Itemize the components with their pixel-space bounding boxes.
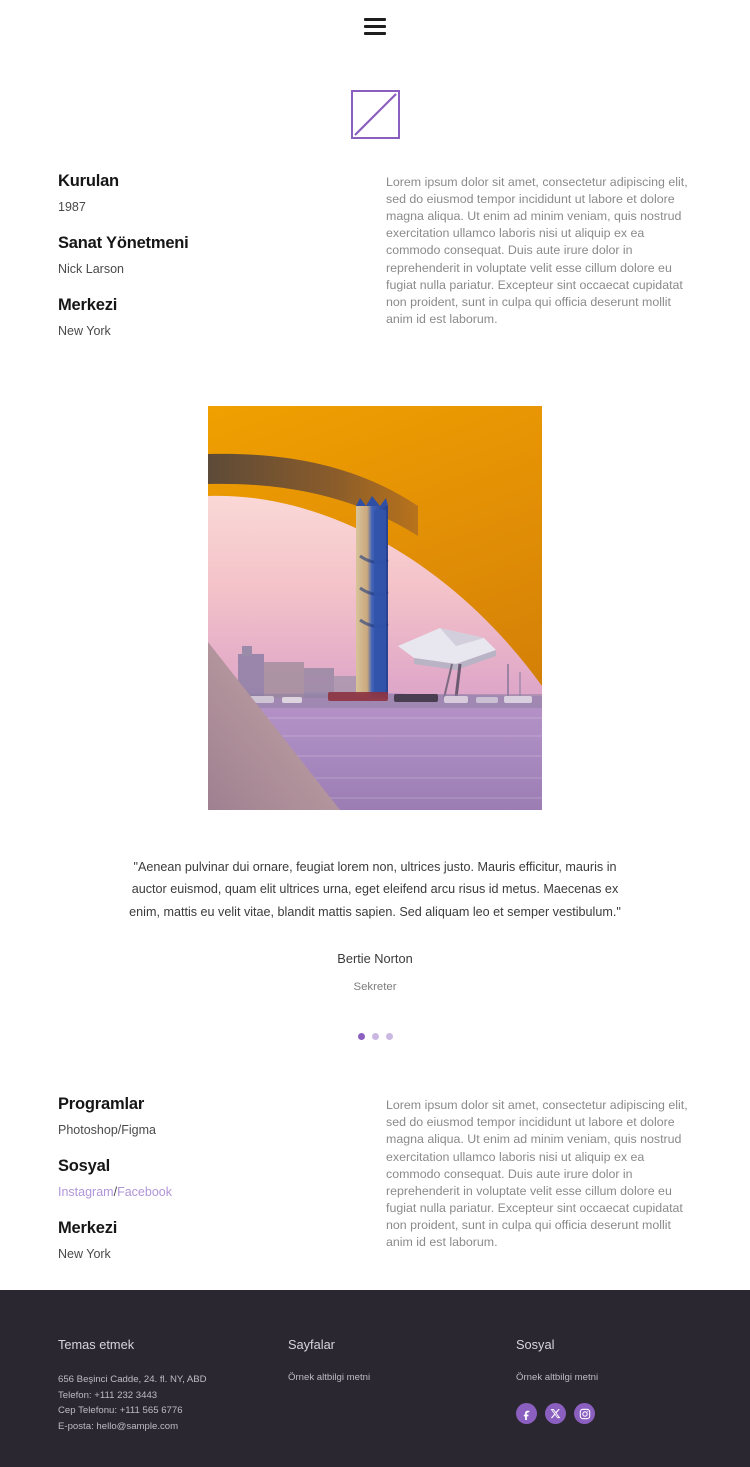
carousel-dots	[125, 1033, 625, 1041]
footer-contact-heading: Temas etmek	[58, 1337, 135, 1352]
testimonial-author: Bertie Norton	[337, 951, 413, 967]
hamburger-menu-icon[interactable]	[364, 17, 386, 35]
testimonial-quote: "Aenean pulvinar dui ornare, feugiat lor…	[129, 860, 621, 919]
carousel-dot-3[interactable]	[385, 1033, 393, 1041]
footer-contact-column: Temas etmek 656 Beşinci Cadde, 24. fl. N…	[58, 1337, 288, 1467]
facebook-glyph	[523, 1410, 529, 1420]
hamburger-bar-2	[364, 24, 386, 28]
field-title-founded: Kurulan	[58, 172, 119, 190]
footer-phone: Telefon: +111 232 3443	[58, 1389, 158, 1401]
footer-email[interactable]: E-posta: hello@sample.com	[58, 1419, 288, 1435]
hero-photo	[208, 406, 542, 810]
site-footer: Temas etmek 656 Beşinci Cadde, 24. fl. N…	[0, 1290, 750, 1467]
field-value-headquarters-2: New York	[58, 1247, 111, 1262]
intro-section: Kurulan 1987 Sanat Yönetmeni Nick Larson…	[0, 169, 750, 338]
details-fields: Programlar Photoshop/Figma Sosyal Instag…	[58, 1092, 358, 1261]
field-value-art-director: Nick Larson	[58, 262, 124, 276]
logo-diagonal-icon	[353, 93, 397, 136]
social-links: Instagram/Facebook	[58, 1185, 358, 1199]
field-title-headquarters-2: Merkezi	[58, 1219, 118, 1238]
field-title-art-director: Sanat Yönetmeni	[58, 234, 189, 252]
footer-pages-text[interactable]: Örnek altbilgi metni	[288, 1372, 516, 1383]
instagram-link[interactable]: Instagram	[58, 1185, 114, 1199]
footer-mobile: Cep Telefonu: +111 565 6776	[58, 1405, 183, 1417]
field-title-headquarters: Merkezi	[58, 296, 118, 314]
field-value-programs: Photoshop/Figma	[58, 1123, 156, 1138]
facebook-link[interactable]: Facebook	[117, 1185, 172, 1199]
photo-section	[0, 406, 750, 810]
site-header	[0, 0, 750, 52]
hero-photo-artwork	[208, 406, 542, 810]
footer-address: 656 Beşinci Cadde, 24. fl. NY, ABD	[58, 1374, 207, 1385]
details-paragraph: Lorem ipsum dolor sit amet, consectetur …	[386, 1098, 688, 1250]
footer-pages-heading: Sayfalar	[288, 1337, 335, 1352]
intro-paragraph: Lorem ipsum dolor sit amet, consectetur …	[386, 175, 688, 326]
facebook-icon[interactable]	[516, 1403, 537, 1424]
x-twitter-glyph	[550, 1409, 561, 1419]
testimonial-role: Sekreter	[353, 981, 397, 994]
hamburger-bar-3	[364, 31, 386, 35]
field-value-headquarters: New York	[58, 324, 111, 338]
logo-container	[0, 52, 750, 169]
footer-social-heading: Sosyal	[516, 1337, 555, 1352]
instagram-glyph	[579, 1408, 590, 1419]
brand-logo[interactable]	[350, 90, 400, 139]
carousel-dot-2[interactable]	[371, 1033, 379, 1041]
footer-social-icons	[516, 1403, 716, 1424]
intro-fields: Kurulan 1987 Sanat Yönetmeni Nick Larson…	[58, 169, 358, 338]
footer-social-text[interactable]: Örnek altbilgi metni	[516, 1372, 716, 1383]
carousel-dot-1[interactable]	[357, 1033, 365, 1041]
field-title-programs: Programlar	[58, 1095, 145, 1114]
intro-paragraph-column: Lorem ipsum dolor sit amet, consectetur …	[358, 169, 693, 328]
x-twitter-icon[interactable]	[545, 1403, 566, 1424]
footer-social-column: Sosyal Örnek altbilgi metni	[516, 1337, 716, 1467]
footer-pages-column: Sayfalar Örnek altbilgi metni	[288, 1337, 516, 1467]
field-value-founded: 1987	[58, 200, 86, 214]
hamburger-bar-1	[364, 17, 386, 21]
details-section: Programlar Photoshop/Figma Sosyal Instag…	[0, 1092, 750, 1261]
instagram-icon[interactable]	[574, 1403, 595, 1424]
field-title-social: Sosyal	[58, 1157, 110, 1176]
testimonial-section: "Aenean pulvinar dui ornare, feugiat lor…	[0, 856, 750, 1041]
details-paragraph-column: Lorem ipsum dolor sit amet, consectetur …	[358, 1092, 693, 1251]
